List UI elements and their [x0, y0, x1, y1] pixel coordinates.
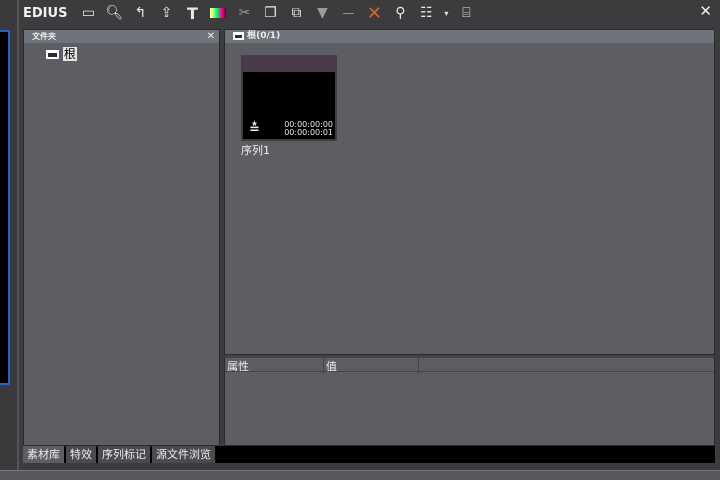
new-folder-icon[interactable]: ▭	[79, 4, 97, 22]
bin-title: 根(0/1)	[247, 31, 281, 41]
properties-header: 属性 值	[225, 358, 714, 374]
root-folder-label: 根	[62, 47, 77, 61]
color-bars-icon[interactable]	[209, 4, 227, 22]
folder-tree-root[interactable]: 根	[24, 43, 219, 62]
clip-timecode-out: 00:00:00:01	[284, 128, 333, 137]
title-icon[interactable]: T	[183, 4, 201, 23]
search-icon[interactable]: 🔍︎	[105, 4, 124, 22]
close-icon[interactable]: ✕	[207, 30, 215, 43]
cut-icon[interactable]: ✂	[235, 4, 253, 22]
bottom-bar	[0, 470, 720, 480]
add-to-timeline-icon[interactable]: ▼	[313, 4, 331, 22]
clip-icon[interactable]: ⌸	[457, 4, 475, 22]
tab-source-browser[interactable]: 源文件浏览	[152, 446, 215, 463]
bin-window: EDIUS ▭ 🔍︎ ↰ ⇪ T ✂ ❐ ⧉ ▼ ⏤ ✕ ⚲ ☷ ▾ ⌸ ✕ 文…	[17, 0, 720, 470]
close-icon[interactable]: ✕	[699, 2, 712, 20]
up-folder-icon[interactable]: ↰	[131, 4, 149, 22]
paste-icon[interactable]: ⧉	[287, 4, 305, 22]
delete-icon[interactable]: ✕	[365, 3, 383, 24]
folder-panel: 文件夹 ✕ 根	[23, 29, 220, 446]
preview-window-edge	[0, 30, 10, 385]
tab-effects[interactable]: 特效	[66, 446, 96, 463]
folder-icon	[46, 50, 59, 59]
insert-icon[interactable]: ⏤	[339, 4, 357, 22]
toolbar: EDIUS ▭ 🔍︎ ↰ ⇪ T ✂ ❐ ⧉ ▼ ⏤ ✕ ⚲ ☷ ▾ ⌸	[19, 0, 720, 26]
column-value[interactable]: 值	[323, 358, 419, 374]
edius-logo: EDIUS	[23, 5, 68, 21]
clip-bin: 根(0/1) ≛ 00:00:00:00 00:00:00:01 序列1	[224, 29, 715, 355]
properties-icon[interactable]: ⚲	[391, 4, 409, 22]
copy-icon[interactable]: ❐	[261, 4, 279, 22]
clip-name[interactable]: 序列1	[241, 142, 270, 158]
column-attribute[interactable]: 属性	[227, 358, 249, 374]
import-icon[interactable]: ⇪	[157, 4, 175, 22]
tab-library[interactable]: 素材库	[23, 446, 64, 463]
clip-thumbnail[interactable]: ≛ 00:00:00:00 00:00:00:01	[241, 55, 337, 141]
folder-panel-header: 文件夹 ✕	[24, 30, 219, 43]
folder-panel-title: 文件夹	[32, 32, 56, 41]
folder-icon	[233, 31, 244, 40]
view-dropdown-icon[interactable]: ▾	[443, 4, 449, 22]
view-icon[interactable]: ☷	[417, 4, 435, 22]
bin-header: 根(0/1)	[225, 30, 714, 43]
properties-panel: 属性 值	[224, 355, 715, 446]
tab-sequence-markers[interactable]: 序列标记	[98, 446, 150, 463]
panel-tabs: 素材库 特效 序列标记 源文件浏览	[23, 446, 715, 463]
sequence-icon: ≛	[249, 122, 260, 137]
